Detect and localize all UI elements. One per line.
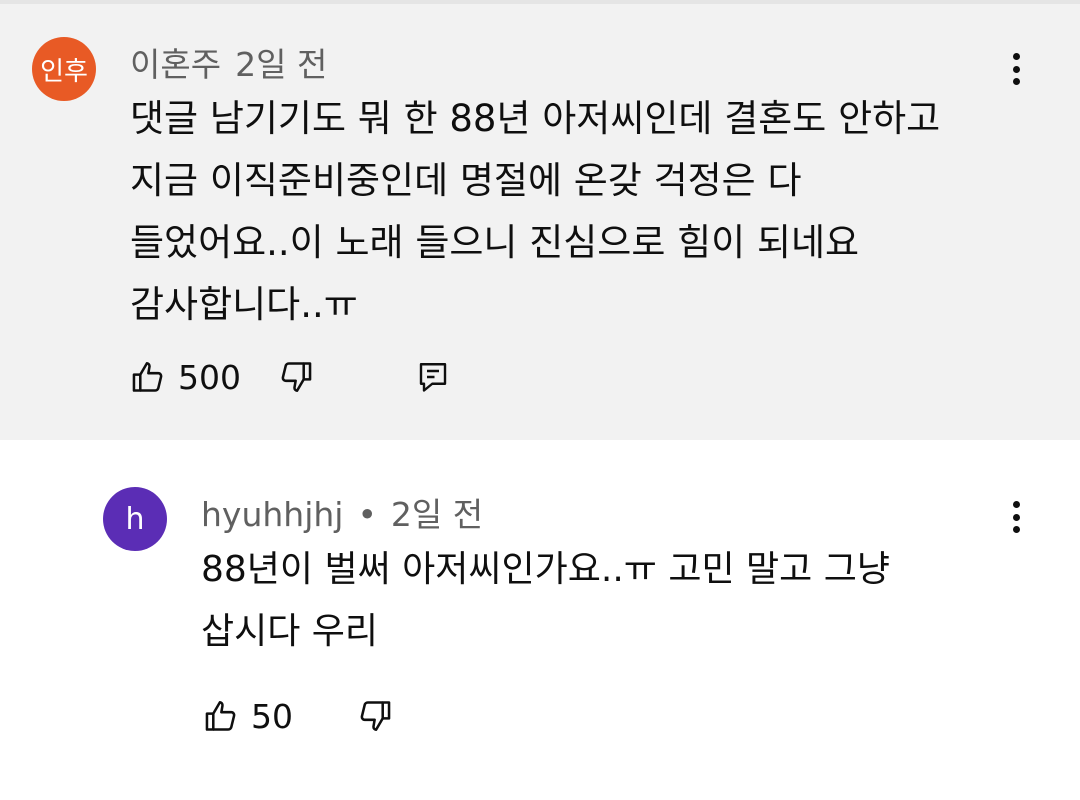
dislike-button[interactable] <box>274 356 316 398</box>
comment-text-line: 삽시다 우리 <box>201 611 379 652</box>
more-vert-icon[interactable] <box>1004 49 1028 89</box>
comment-thread: 인후 이혼주 2일 전 댓글 남기기도 뭐 한 88년 아저씨인데 결혼도 안하… <box>0 4 1080 440</box>
avatar[interactable]: 인후 <box>32 37 96 101</box>
comment-text-line: 감사합니다..ㅠ <box>130 283 358 326</box>
author-name[interactable]: hyuhhjhj <box>201 495 343 534</box>
comment-header: 이혼주 2일 전 <box>130 38 327 86</box>
reply-button[interactable] <box>412 356 454 398</box>
like-button[interactable] <box>128 356 170 398</box>
like-icon <box>132 361 163 392</box>
like-button[interactable] <box>201 695 243 737</box>
avatar[interactable]: h <box>103 487 167 551</box>
like-count: 500 <box>178 357 241 397</box>
comment-text: 댓글 남기기도 뭐 한 88년 아저씨인데 결혼도 안하고 지금 이직준비중인데… <box>130 88 940 336</box>
like-count: 50 <box>251 696 293 736</box>
dislike-icon <box>281 362 312 393</box>
more-vert-icon[interactable] <box>1004 497 1028 537</box>
comment-actions: 500 <box>128 356 454 398</box>
comment-timestamp: 2일 전 <box>235 45 328 84</box>
comment-text-line: 들었어요..이 노래 들으니 진심으로 힘이 되네요 <box>130 221 860 264</box>
comment-text-line: 지금 이직준비중인데 명절에 온갖 걱정은 다 <box>130 159 802 202</box>
like-icon <box>205 700 236 731</box>
comment-text: 88년이 벌써 아저씨인가요..ㅠ 고민 말고 그냥 삽시다 우리 <box>201 539 890 663</box>
comment-timestamp: 2일 전 <box>390 495 484 534</box>
comment-thread: h hyuhhjhj • 2일 전 88년이 벌써 아저씨인가요..ㅠ 고민 말… <box>0 440 1080 800</box>
comment-header: hyuhhjhj • 2일 전 <box>201 488 483 536</box>
reply-icon <box>419 363 447 392</box>
comment-text-line: 88년이 벌써 아저씨인가요..ㅠ 고민 말고 그냥 <box>201 549 890 590</box>
comment-text-line: 댓글 남기기도 뭐 한 88년 아저씨인데 결혼도 안하고 <box>130 97 941 140</box>
dislike-button[interactable] <box>353 695 395 737</box>
header-separator: • <box>357 495 377 534</box>
comment-actions: 50 <box>201 695 395 737</box>
author-name[interactable]: 이혼주 <box>130 38 221 86</box>
dislike-icon <box>360 701 391 732</box>
